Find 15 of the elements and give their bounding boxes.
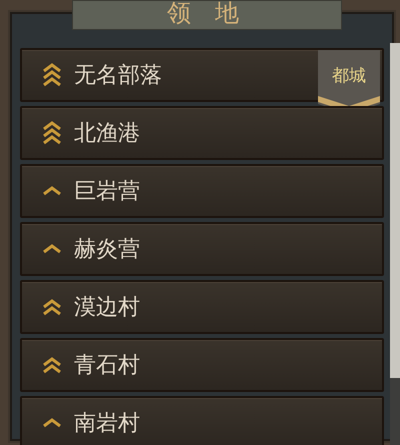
territory-name: 青石村 bbox=[74, 352, 140, 380]
scrollbar-thumb[interactable] bbox=[390, 43, 400, 378]
territory-name: 巨岩营 bbox=[74, 178, 140, 206]
territory-row[interactable]: 北渔港 bbox=[20, 106, 384, 160]
territory-row[interactable]: 漠边村 bbox=[20, 280, 384, 334]
panel-title: 领 地 bbox=[167, 0, 247, 27]
territory-row[interactable]: 巨岩营 bbox=[20, 164, 384, 218]
territory-name: 赫炎营 bbox=[74, 236, 140, 264]
territory-name: 无名部落 bbox=[74, 62, 162, 90]
territory-row[interactable]: 南岩村 bbox=[20, 396, 384, 445]
territory-row[interactable]: 青石村 bbox=[20, 338, 384, 392]
territory-name: 漠边村 bbox=[74, 294, 140, 322]
territory-name: 北渔港 bbox=[74, 120, 140, 148]
territory-name: 南岩村 bbox=[74, 410, 140, 438]
territory-row[interactable]: 赫炎营 bbox=[20, 222, 384, 276]
